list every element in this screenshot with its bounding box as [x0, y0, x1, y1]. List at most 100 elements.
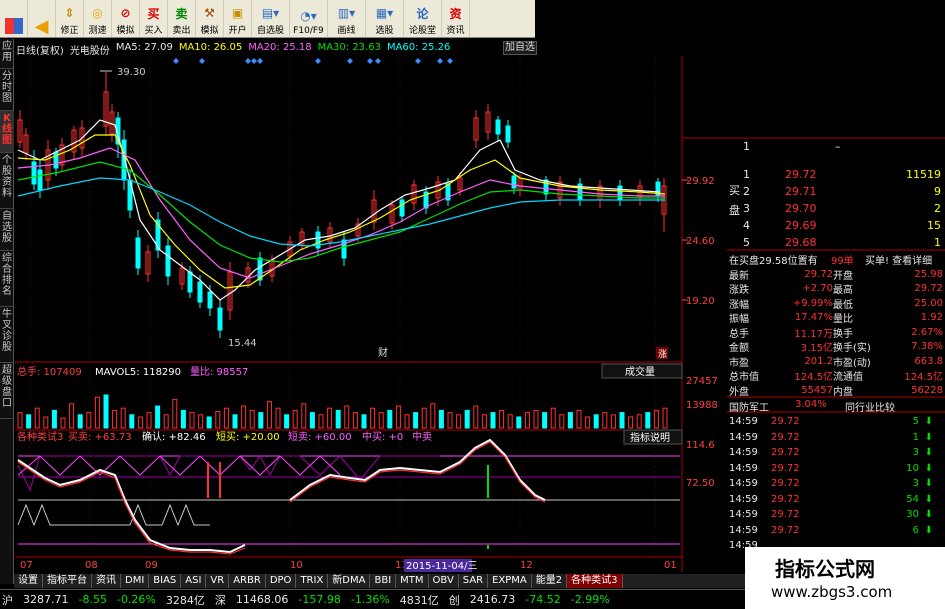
volume-bar — [86, 412, 92, 429]
tick-row: 14:59 29.72 10 ⬇ — [729, 461, 945, 477]
cursor-date-badge: 2015-11-04/三 — [406, 561, 477, 572]
volume-bar — [524, 412, 530, 429]
indicator-tab[interactable]: 指标平台 — [43, 574, 92, 588]
indicator-help-button[interactable]: 指标说明 — [630, 431, 670, 444]
cy-index[interactable]: 2416.73 — [470, 593, 516, 606]
volume-bar — [361, 414, 367, 429]
book-level: 2 — [743, 185, 750, 198]
volume-bar — [593, 414, 599, 429]
tick-row: 14:59 29.72 5 ⬇ — [729, 414, 945, 430]
volume-bar — [292, 409, 298, 429]
indicator-tab[interactable]: TRIX — [296, 574, 329, 588]
cy-change: -74.52 — [525, 593, 561, 606]
indicator-tab[interactable]: VR — [206, 574, 230, 588]
industry-compare-link[interactable]: 同行业比较 — [845, 399, 895, 414]
quote-value: 124.5亿 — [794, 372, 833, 384]
big-order-link[interactable]: 买单! 查看详细 — [865, 252, 932, 267]
quote-value: 56228 — [911, 384, 943, 396]
quote-label: 开盘 — [833, 270, 853, 282]
book-level: 1 — [743, 168, 750, 181]
book-row: 1– — [743, 140, 841, 153]
volume-bar — [662, 407, 668, 429]
x-label-12: 12 — [520, 560, 533, 571]
quote-value: 7.38% — [911, 341, 943, 353]
volume-bar — [241, 405, 247, 429]
indicator-tab[interactable]: DMI — [121, 574, 150, 588]
indicator-tab[interactable]: 资讯 — [92, 574, 121, 588]
y-tick-19-20: 19.20 — [686, 296, 715, 307]
indicator-tab[interactable]: 各种类试3 — [567, 574, 623, 588]
sz-label: 深 — [214, 593, 226, 607]
quote-value: +9.99% — [792, 297, 833, 309]
book-price: 29.68 — [785, 236, 817, 249]
volume-bar — [464, 409, 470, 429]
volume-bar — [585, 416, 591, 429]
indicator-tab[interactable]: MTM — [396, 574, 429, 588]
book-row[interactable]: 5 29.68 1 — [743, 236, 943, 249]
indicator-tab[interactable]: BBI — [370, 574, 397, 588]
tick-time: 14:59 — [729, 478, 758, 490]
tick-time: 14:59 — [729, 431, 758, 443]
volume-bar — [43, 416, 49, 429]
sh-label: 沪 — [2, 593, 13, 607]
indicator-tab[interactable]: 设置 — [14, 574, 43, 588]
volume-bar — [490, 412, 496, 429]
indicator-tab[interactable]: ASI — [181, 574, 207, 588]
volume-bar — [430, 403, 436, 429]
indicator-tab[interactable]: ARBR — [229, 574, 266, 588]
indicator-tab[interactable]: 能量2 — [532, 574, 568, 588]
indicator-tab[interactable]: SAR — [459, 574, 489, 588]
indicator-y-tick-2: 72.50 — [686, 478, 715, 489]
volume-bar — [335, 409, 341, 429]
sh-index[interactable]: 3287.71 — [23, 593, 69, 606]
book-row[interactable]: 4 29.69 15 — [743, 219, 943, 232]
book-row[interactable]: 2 29.71 9 — [743, 185, 943, 198]
volume-bar — [507, 414, 513, 429]
volume-bar — [576, 409, 582, 429]
sz-index[interactable]: 11468.06 — [236, 593, 289, 606]
quote-label: 市盈 — [729, 357, 749, 369]
volume-bar — [137, 416, 143, 429]
indicator-tab[interactable]: BIAS — [149, 574, 182, 588]
signal-markers — [173, 58, 453, 64]
tick-price: 29.72 — [771, 493, 800, 505]
volume-bar — [550, 407, 556, 429]
quote-label: 总市值 — [729, 372, 759, 384]
quote-row: 金额 3.15亿 换手(实) 7.38% — [729, 340, 945, 354]
tick-price: 29.72 — [771, 447, 800, 459]
tick-row: 14:59 29.72 54 ⬇ — [729, 492, 945, 508]
indicator-tab[interactable]: 新DMA — [328, 574, 371, 588]
cy-pct: -2.99% — [570, 593, 610, 606]
volume-bar — [155, 405, 161, 429]
buy-side-label-2: 盘 — [729, 204, 740, 217]
big-order-line: 在买盘29.58位置有 99单 买单! 查看详细 — [729, 252, 945, 267]
big-order-text: 在买盘29.58位置有 — [729, 256, 818, 267]
quote-value: 1.92 — [920, 312, 943, 324]
indicator-short-sell: 短卖: +60.00 — [288, 430, 352, 443]
finance-marker[interactable]: 财 — [378, 346, 388, 359]
volume-bar — [17, 412, 23, 429]
quote-row: 振幅 17.47% 量比 1.92 — [729, 311, 945, 325]
x-label-09: 09 — [145, 560, 158, 571]
x-label-10: 10 — [290, 560, 303, 571]
volume-bar — [610, 414, 616, 429]
book-row[interactable]: 1 29.72 11519 — [743, 168, 943, 181]
book-row[interactable]: 3 29.70 2 — [743, 202, 943, 215]
volume-bar — [645, 412, 651, 429]
volume-bar — [387, 409, 393, 429]
indicator-tab[interactable]: EXPMA — [488, 574, 532, 588]
volume-mavol: MAVOL5: 118290 — [95, 367, 181, 378]
industry-change: 3.04% — [795, 399, 827, 410]
volume-button[interactable]: 成交量 — [625, 365, 655, 378]
industry-name[interactable]: 国防军工 — [729, 403, 769, 414]
down-arrow-icon: ⬇ — [924, 416, 933, 428]
sz-change: -157.98 — [298, 593, 341, 606]
volume-bar — [301, 403, 307, 429]
industry-row: 国防军工 3.04% 同行业比较 — [729, 399, 945, 414]
tick-volume: 3 — [912, 447, 919, 459]
indicator-tab[interactable]: OBV — [429, 574, 459, 588]
book-volume: 15 — [927, 219, 941, 232]
indicator-tab[interactable]: DPO — [266, 574, 297, 588]
quote-value: 55457 — [801, 384, 833, 396]
quote-label: 最低 — [833, 299, 853, 311]
